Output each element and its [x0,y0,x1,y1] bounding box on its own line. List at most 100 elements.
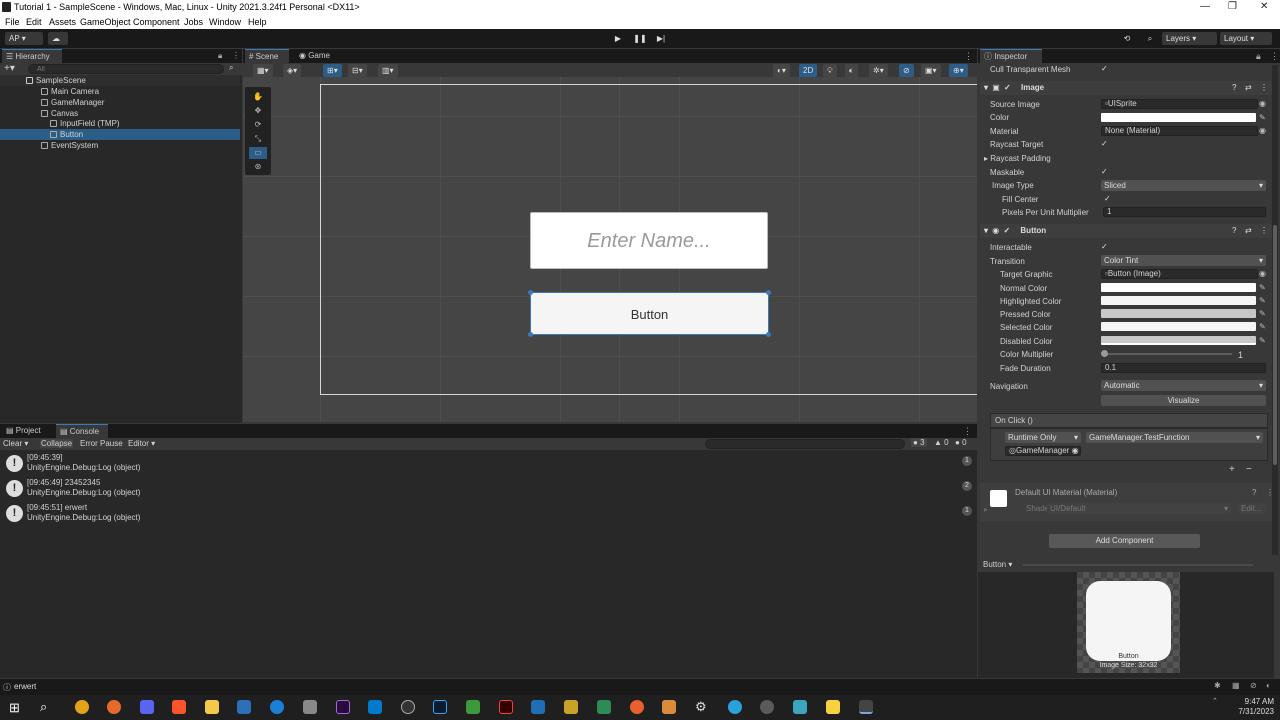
hierarchy-item-button[interactable]: Button [0,129,240,140]
discord-icon[interactable] [140,700,154,714]
menu-jobs[interactable]: Jobs [184,17,203,27]
tab-hierarchy[interactable]: ☰ Hierarchy [2,49,62,63]
shading-icon[interactable]: ◐▾ [773,64,790,77]
grid-snap-icon[interactable]: ⊞▾ [323,64,342,77]
app-icon[interactable] [760,700,774,714]
audio-icon[interactable]: 🔈︎ [845,64,858,77]
app-icon[interactable] [662,700,676,714]
search-icon[interactable]: ⌕ [229,63,233,73]
transform-tool-icon[interactable]: ⊛ [249,161,267,173]
firefox-icon[interactable] [107,700,121,714]
menu-component[interactable]: Component [133,17,180,27]
sticky-notes-icon[interactable] [826,700,840,714]
gizmos-icon[interactable]: ⊕▾ [949,64,968,77]
kebab-menu-icon[interactable]: ⋮ [1266,488,1274,497]
input-field-preview[interactable]: Enter Name... [530,212,768,269]
scrollbar-thumb[interactable] [1273,225,1277,465]
app-icon[interactable] [630,700,644,714]
draw-mode-icon[interactable]: ▦▾ [253,64,273,77]
unity-editor-icon[interactable] [859,700,873,714]
kebab-menu-icon[interactable]: ⋮ [963,426,972,437]
clear-button[interactable]: Clear ▾ [3,439,28,448]
normal-color-swatch[interactable] [1101,283,1256,292]
visualize-button[interactable]: Visualize [1101,395,1266,406]
tab-inspector[interactable]: ⓘ Inspector [980,49,1042,63]
rect-handle[interactable] [528,290,533,295]
help-icon[interactable]: ? [1252,488,1256,497]
target-graphic-field[interactable]: ▫Button (Image) [1101,269,1258,279]
collapse-button[interactable]: Collapse [40,439,74,448]
brave-icon[interactable] [172,700,186,714]
eyedropper-icon[interactable]: ✎ [1259,296,1266,305]
layers-dropdown[interactable]: Layers ▾ [1162,32,1217,45]
hierarchy-item-gamemanager[interactable]: GameManager [0,97,240,108]
shader-dropdown[interactable]: UI/Default ▾ [1047,503,1231,514]
eyedropper-icon[interactable]: ✎ [1259,322,1266,331]
object-picker-icon[interactable]: ◉ [1259,269,1266,278]
hierarchy-item-eventsystem[interactable]: EventSystem [0,140,240,151]
fade-duration-field[interactable]: 0.1 [1101,363,1266,373]
color-multiplier-slider[interactable] [1101,350,1232,357]
console-message[interactable]: ! [09:45:39] UnityEngine.Debug:Log (obje… [0,452,978,478]
scene-view[interactable]: Enter Name... Button [243,77,977,422]
interactable-checkbox[interactable]: ✓ [1101,242,1108,251]
fold-arrow-icon[interactable]: ▾ [984,83,988,92]
minimize-icon[interactable]: — [1200,1,1210,12]
hand-tool-icon[interactable]: ✋ [249,91,267,103]
powershell-icon[interactable] [237,700,251,714]
snap-icon[interactable]: ▥▾ [378,64,398,77]
menu-gameobject[interactable]: GameObject [80,17,131,27]
search-icon[interactable]: ⌕ [40,699,47,715]
rotate-tool-icon[interactable]: ⟳ [249,119,267,131]
ppu-field[interactable]: 1 [1103,207,1266,217]
preset-icon[interactable]: ⇄ [1245,224,1252,238]
menu-help[interactable]: Help [248,17,267,27]
menu-file[interactable]: File [5,17,20,27]
kebab-menu-icon[interactable]: ⋮ [964,51,973,62]
raycast-target-checkbox[interactable]: ✓ [1101,139,1108,148]
tab-scene[interactable]: # Scene [245,49,289,63]
log-count-toggle[interactable]: ● 3 [911,438,927,447]
windows-start-icon[interactable]: ⊞ [9,700,20,716]
inspector-scrollbar[interactable] [1272,65,1278,555]
hierarchy-item-main-camera[interactable]: Main Camera [0,86,240,97]
button-preview[interactable]: Button [528,290,771,337]
console-search-input[interactable] [705,439,905,449]
app-icon[interactable] [564,700,578,714]
enabled-checkbox[interactable]: ✓ [1004,83,1011,92]
kebab-menu-icon[interactable]: ⋮ [1270,51,1279,62]
preview-drag-handle[interactable] [1023,564,1253,566]
grid-icon[interactable]: ⊟▾ [348,64,367,77]
shader-edit-button[interactable]: Edit... [1238,503,1266,514]
app-icon[interactable] [270,700,284,714]
navigation-dropdown[interactable]: Automatic ▾ [1101,380,1266,391]
color-multiplier-value[interactable]: 1 [1238,350,1243,360]
tab-game[interactable]: ◉ Game [295,49,339,63]
function-dropdown[interactable]: GameManager.TestFunction ▾ [1086,432,1263,443]
eyedropper-icon[interactable]: ✎ [1259,113,1266,122]
source-image-field[interactable]: ▫UISprite [1101,99,1258,109]
console-message[interactable]: ! [09:45:49] 23452345 UnityEngine.Debug:… [0,477,978,503]
color-swatch[interactable] [1101,113,1256,122]
eyedropper-icon[interactable]: ✎ [1259,336,1266,345]
menu-assets[interactable]: Assets [49,17,76,27]
render-mode-icon[interactable]: ◈▾ [283,64,302,77]
preview-title-dropdown[interactable]: Button ▾ [983,560,1012,569]
illustrator-icon[interactable] [499,700,513,714]
lock-icon[interactable]: 🔒︎ [1256,51,1261,62]
kebab-menu-icon[interactable]: ⋮ [1260,224,1268,238]
lighting-icon[interactable]: 💡︎ [823,64,837,77]
progress-icon[interactable]: ◐ [1266,681,1271,690]
fold-arrow-icon[interactable]: ▸ [984,505,988,514]
menu-window[interactable]: Window [209,17,241,27]
slider-handle[interactable] [1101,350,1108,357]
selected-color-swatch[interactable] [1101,322,1256,331]
app-icon[interactable] [466,700,480,714]
camera-icon[interactable]: ▣▾ [921,64,941,77]
rect-handle[interactable] [766,290,771,295]
vscode-icon[interactable] [368,700,382,714]
app-icon[interactable] [793,700,807,714]
error-pause-button[interactable]: Error Pause [80,439,123,448]
kebab-menu-icon[interactable]: ⋮ [232,51,240,60]
pressed-color-swatch[interactable] [1101,309,1256,318]
